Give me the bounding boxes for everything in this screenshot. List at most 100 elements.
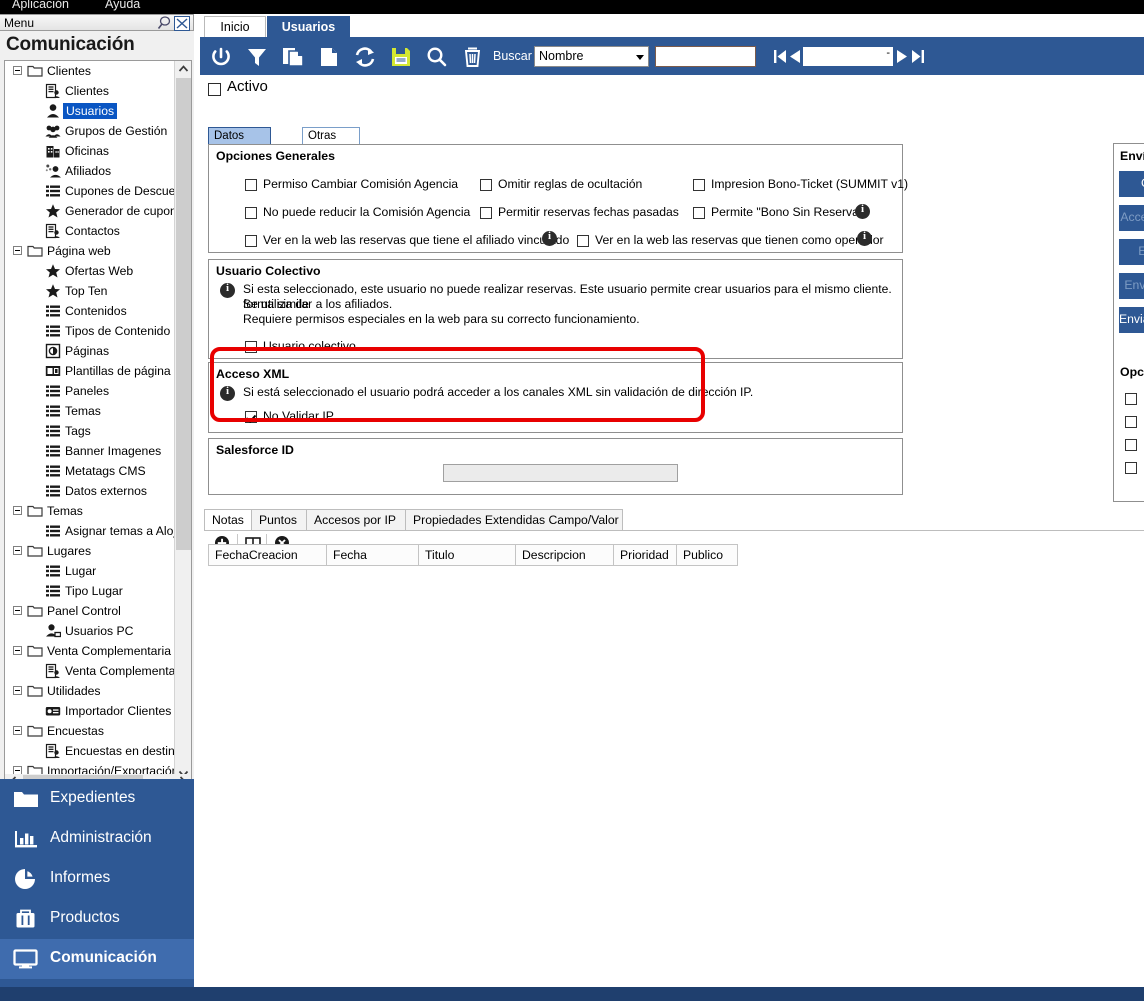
bottom-tab-propiedades-extendidas-campo-valor[interactable]: Propiedades Extendidas Campo/Valor [405, 509, 623, 530]
tree-item-utilidades[interactable]: Utilidades [5, 681, 175, 701]
tree-item-ofertas-web[interactable]: Ofertas Web [5, 261, 175, 281]
tree-item-lugar[interactable]: Lugar [5, 561, 175, 581]
tree-item-generador-de-cupone[interactable]: Generador de cupone [5, 201, 184, 221]
tree-item-cupones-de-descuent[interactable]: Cupones de Descuent [5, 181, 186, 201]
tree-item-datos-externos[interactable]: Datos externos [5, 481, 175, 501]
tree-item-banner-imagenes[interactable]: Banner Imagenes [5, 441, 175, 461]
tree-item-clientes[interactable]: Clientes [5, 61, 175, 81]
tree-item-afiliados[interactable]: Afiliados [5, 161, 175, 181]
tree-expander-icon[interactable] [13, 686, 22, 695]
tree-expander-icon[interactable] [13, 646, 22, 655]
tree-item-paneles[interactable]: Paneles [5, 381, 175, 401]
tree-item-p-ginas[interactable]: Páginas [5, 341, 175, 361]
search-input[interactable] [655, 46, 756, 67]
record-position-field[interactable]: - [803, 47, 893, 66]
tree-item-contactos[interactable]: Contactos [5, 221, 175, 241]
menu-item-aplicacion[interactable]: Aplicación [12, 0, 69, 11]
nav-item-administraci-n[interactable]: Administración [0, 819, 194, 859]
tree-item-plantillas-de-p-gina[interactable]: Plantillas de página [5, 361, 175, 381]
close-icon[interactable] [174, 16, 190, 31]
tree-item-tags[interactable]: Tags [5, 421, 175, 441]
bottom-tab-notas[interactable]: Notas [204, 509, 252, 530]
grid-column-header[interactable]: Publico [676, 544, 738, 566]
checkbox-box[interactable] [693, 207, 705, 219]
grid-column-header[interactable]: Prioridad [613, 544, 677, 566]
tree-item-top-ten[interactable]: Top Ten [5, 281, 175, 301]
generar-nueva-contrasena-button[interactable]: Generar nueva contraseña [1119, 171, 1144, 197]
checkbox-box[interactable] [1125, 416, 1137, 428]
tree-item-clientes[interactable]: Clientes [5, 81, 175, 101]
scroll-up-icon[interactable] [175, 61, 191, 78]
tree-expander-icon[interactable] [13, 66, 22, 75]
nav-item-productos[interactable]: Productos [0, 899, 194, 939]
tree-item-metatags-cms[interactable]: Metatags CMS [5, 461, 175, 481]
nav-item-expedientes[interactable]: Expedientes [0, 779, 194, 819]
tree-item-panel-control[interactable]: Panel Control [5, 601, 175, 621]
pin-icon[interactable] [157, 16, 172, 30]
first-record-icon[interactable] [773, 46, 787, 67]
refresh-icon[interactable] [352, 45, 378, 69]
tree-item-tipos-de-contenido[interactable]: Tipos de Contenido [5, 321, 175, 341]
grid-column-header[interactable]: Fecha [326, 544, 419, 566]
search-icon[interactable] [424, 45, 450, 69]
grid-column-header[interactable]: FechaCreacion [208, 544, 327, 566]
tree-item-lugares[interactable]: Lugares [5, 541, 175, 561]
enviar-email-activacion-button[interactable]: Enviar e-mail de activación usuario [1119, 307, 1144, 333]
activo-checkbox-box[interactable] [208, 83, 221, 96]
checkbox-box[interactable] [1125, 393, 1137, 405]
info-icon[interactable] [857, 230, 872, 246]
checkbox-box[interactable] [480, 207, 492, 219]
checkbox-box[interactable] [245, 207, 257, 219]
navigation-tree[interactable]: Clientes Clientes Usuarios Grupos de Gestió… [4, 60, 192, 783]
tree-item-contenidos[interactable]: Contenidos [5, 301, 175, 321]
tree-item-usuarios[interactable]: Usuarios [5, 101, 175, 121]
tree-item-usuarios-pc[interactable]: Usuarios PC [5, 621, 175, 641]
save-icon[interactable] [388, 45, 414, 69]
prev-record-icon[interactable] [788, 46, 802, 67]
tree-item-venta-complementaria[interactable]: Venta Complementaria [5, 641, 175, 661]
tree-item-asignar-temas-a-aloja[interactable]: Asignar temas a Aloja [5, 521, 183, 541]
info-icon[interactable] [542, 230, 557, 246]
tree-item-oficinas[interactable]: Oficinas [5, 141, 175, 161]
grid-column-header[interactable]: Descripcion [515, 544, 614, 566]
nav-item-informes[interactable]: Informes [0, 859, 194, 899]
menu-item-ayuda[interactable]: Ayuda [105, 0, 140, 11]
tree-expander-icon[interactable] [13, 606, 22, 615]
tree-scroll-thumb[interactable] [176, 78, 191, 550]
grid-column-header[interactable]: Titulo [418, 544, 516, 566]
checkbox-box[interactable] [480, 179, 492, 191]
tree-item-p-gina-web[interactable]: Página web [5, 241, 175, 261]
window-tab-usuarios[interactable]: Usuarios [267, 16, 350, 37]
tree-expander-icon[interactable] [13, 726, 22, 735]
window-tab-inicio[interactable]: Inicio [204, 16, 266, 37]
copy-icon[interactable] [280, 45, 306, 69]
tree-item-grupos-de-gesti-n[interactable]: Grupos de Gestión [5, 121, 175, 141]
next-record-icon[interactable] [895, 46, 909, 67]
tree-expander-icon[interactable] [13, 546, 22, 555]
info-icon[interactable] [855, 203, 870, 219]
enviar-email-bienvenida-button[interactable]: Enviar e-mail de bienvenida [1119, 239, 1144, 265]
checkbox-box[interactable] [245, 411, 257, 423]
checkbox-box[interactable] [245, 235, 257, 247]
tree-item-importador-clientes[interactable]: Importador Clientes [5, 701, 175, 721]
bottom-tab-accesos-por-ip[interactable]: Accesos por IP [306, 509, 406, 530]
tree-item-tipo-lugar[interactable]: Tipo Lugar [5, 581, 175, 601]
bottom-tab-puntos[interactable]: Puntos [251, 509, 307, 530]
checkbox-box[interactable] [245, 341, 257, 353]
checkbox-box[interactable] [577, 235, 589, 247]
checkbox-box[interactable] [693, 179, 705, 191]
tree-item-temas[interactable]: Temas [5, 401, 175, 421]
new-document-icon[interactable] [316, 45, 342, 69]
last-record-icon[interactable] [911, 46, 925, 67]
filter-icon[interactable] [244, 45, 270, 69]
delete-icon[interactable] [460, 45, 486, 69]
tree-item-temas[interactable]: Temas [5, 501, 175, 521]
acceder-a-la-web-button[interactable]: Acceder a la web con este usuario [1119, 205, 1144, 231]
enviar-email-record-clave-button[interactable]: Enviar e-mail de record. de clave [1119, 273, 1144, 299]
tree-item-encuestas[interactable]: Encuestas [5, 721, 175, 741]
tree-vertical-scrollbar[interactable] [174, 61, 191, 782]
salesforce-id-input[interactable] [443, 464, 678, 482]
tree-item-encuestas-en-destino[interactable]: Encuestas en destino [5, 741, 182, 761]
notes-grid-body[interactable] [204, 566, 1144, 1001]
tree-expander-icon[interactable] [13, 246, 22, 255]
